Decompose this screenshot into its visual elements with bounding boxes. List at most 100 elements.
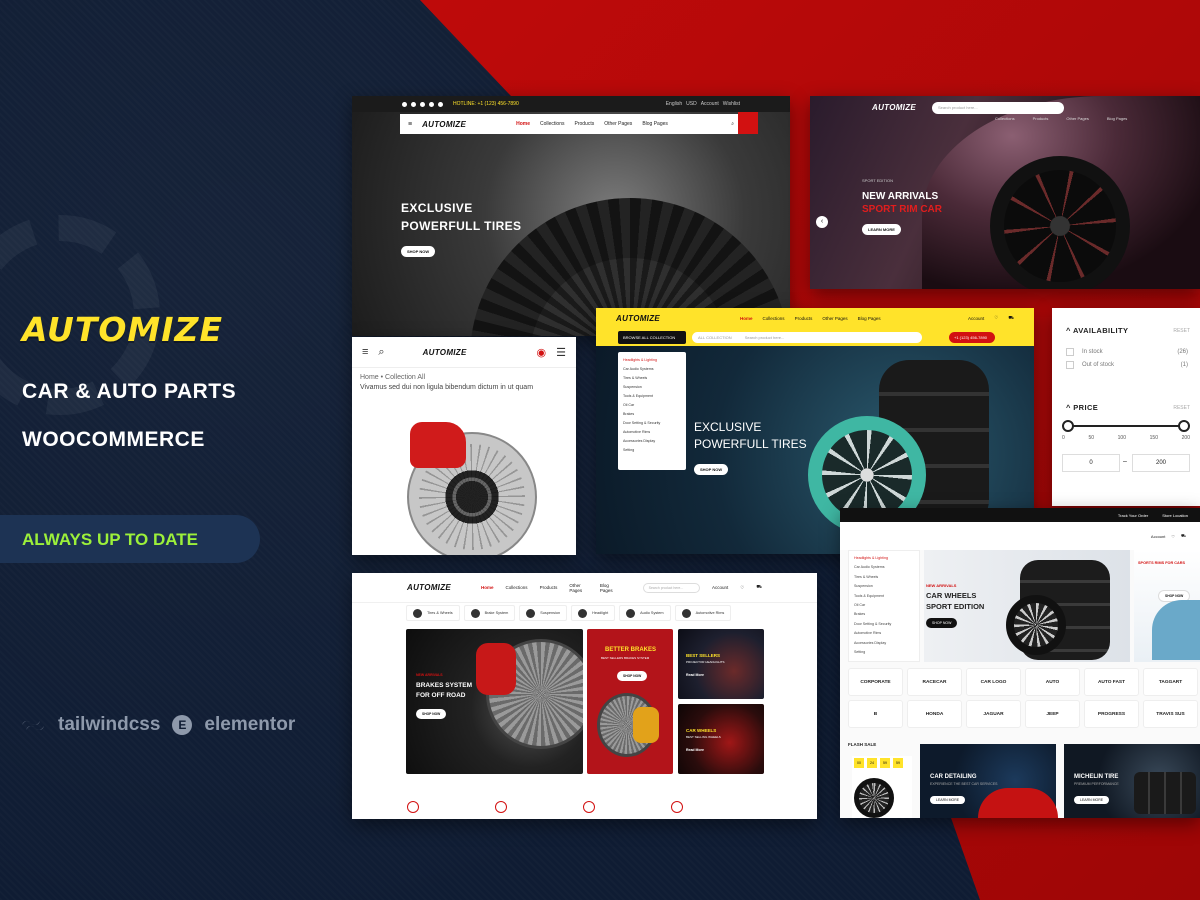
category-item[interactable]: Headlights & Lighting [623, 356, 681, 365]
checkbox[interactable] [1066, 348, 1074, 356]
arrow-left-icon[interactable]: ‹ [816, 216, 828, 228]
nav-collections[interactable]: Collections [763, 316, 785, 321]
cart-icon[interactable]: ⛟ [1008, 315, 1014, 322]
nav-blog-pages[interactable]: Blog Pages [858, 316, 881, 321]
category-audio[interactable]: Audio System [619, 605, 671, 621]
account-link[interactable]: Account [701, 101, 719, 107]
brand-logo-tile[interactable]: CORPORATE [848, 668, 903, 696]
nav-blog-pages[interactable]: Blog Pages [600, 583, 617, 593]
heart-icon[interactable]: ♡ [1171, 534, 1175, 539]
promo-card-brakes[interactable]: NEW ARRIVALS BRAKES SYSTEM FOR OFF ROAD … [406, 629, 583, 774]
brand-logo-tile[interactable]: CAR LOGO [966, 668, 1021, 696]
breadcrumb-home[interactable]: Home [360, 374, 379, 381]
category-suspension[interactable]: Suspension [519, 605, 568, 621]
category-item[interactable]: Headlights & Lighting [854, 554, 914, 563]
nav-other-pages[interactable]: Other Pages [569, 583, 587, 593]
promo-car-detailing[interactable]: CAR DETAILING EXPERIENCE THE BEST CAR SE… [920, 744, 1058, 818]
nav-other-pages[interactable]: Other Pages [1066, 116, 1088, 121]
cart-icon[interactable] [738, 112, 758, 134]
category-item[interactable]: Door Setting & Security [854, 620, 914, 629]
price-heading[interactable]: ^ PRICE [1066, 403, 1098, 412]
nav-home[interactable]: Home [481, 585, 494, 590]
menu-icon[interactable]: ≡ [362, 346, 368, 358]
list-icon[interactable]: ☰ [556, 346, 566, 359]
menu-icon[interactable]: ≡ [408, 121, 412, 128]
search-icon[interactable]: ⌕ [378, 346, 384, 359]
social-icon[interactable] [429, 101, 434, 107]
checkbox[interactable] [1066, 361, 1074, 369]
nav-other-pages[interactable]: Other Pages [604, 121, 632, 127]
learn-more-button[interactable]: LEARN MORE [1074, 796, 1110, 804]
category-item[interactable]: Suspension [854, 582, 914, 591]
price-min-handle[interactable] [1062, 420, 1074, 432]
browse-all-button[interactable]: BROWSE ALL COLLECTION [618, 331, 686, 344]
track-order-link[interactable]: Track Your Order [1118, 513, 1148, 518]
social-icon[interactable] [402, 101, 407, 107]
brand-logo-tile[interactable]: B [848, 700, 903, 728]
category-item[interactable]: Tires & Wheels [854, 573, 914, 582]
read-more-link[interactable]: Read More [686, 673, 704, 677]
brand-logo-tile[interactable]: AUTO FAST [1084, 668, 1139, 696]
price-min-input[interactable]: 0 [1062, 454, 1120, 472]
currency-select[interactable]: USD [686, 101, 697, 107]
collection-select[interactable]: ALL COLLECTION [698, 335, 732, 340]
category-rims[interactable]: Automotive Rims [674, 605, 732, 621]
category-headlight[interactable]: Headlight [571, 605, 616, 621]
search-input[interactable]: ALL COLLECTION Search product here... [692, 332, 922, 343]
cart-icon[interactable]: ◉ [537, 346, 547, 359]
category-item[interactable]: Accessories Display [623, 437, 681, 446]
social-icon[interactable] [438, 101, 443, 107]
account-link[interactable]: Account [968, 316, 984, 321]
preview-tires-hero[interactable]: HOTLINE: +1 (123) 456-7890 English USD A… [352, 96, 790, 336]
social-icon[interactable] [411, 101, 416, 107]
shop-now-button[interactable]: SHOP NOW [926, 618, 958, 628]
preview-sport-rim[interactable]: AUTOMIZE Search product here... Collecti… [810, 96, 1200, 289]
category-tires[interactable]: Tires & Wheels [406, 605, 460, 621]
logo[interactable]: AUTOMIZE [407, 583, 451, 592]
heart-icon[interactable]: ♡ [994, 315, 998, 321]
logo[interactable]: AUTOMIZE [616, 314, 660, 323]
out-of-stock-option[interactable]: Out of stock [1066, 361, 1114, 369]
brand-logo-tile[interactable]: RACECAR [907, 668, 962, 696]
learn-more-button[interactable]: LEARN MORE [862, 224, 901, 235]
hero-slide[interactable]: NEW ARRIVALS CAR WHEELS SPORT EDITION SH… [924, 550, 1130, 662]
category-item[interactable]: Automotive Rims [854, 629, 914, 638]
cart-icon[interactable]: ⛟ [1181, 533, 1186, 539]
search-input[interactable]: Search product here... [642, 582, 701, 593]
category-item[interactable]: Brakes [854, 610, 914, 619]
read-more-link[interactable]: Read More [686, 748, 704, 752]
nav-blog-pages[interactable]: Blog Pages [642, 121, 668, 127]
category-item[interactable]: Tires & Wheels [623, 374, 681, 383]
promo-card-headlights[interactable]: BEST SELLERS PROJECTOR HEADLIGHTS Read M… [678, 629, 764, 699]
reset-price[interactable]: RESET [1173, 405, 1190, 411]
brand-logo-tile[interactable]: JEEP [1025, 700, 1080, 728]
category-item[interactable]: Setting [623, 446, 681, 455]
logo[interactable]: AUTOMIZE [872, 103, 916, 112]
category-item[interactable]: Accessories Display [854, 639, 914, 648]
category-item[interactable]: Car Audio Systems [854, 563, 914, 572]
category-item[interactable]: Suspension [623, 383, 681, 392]
category-item[interactable]: Tools & Equipment [623, 392, 681, 401]
nav-other-pages[interactable]: Other Pages [822, 316, 847, 321]
social-icon[interactable] [420, 101, 425, 107]
category-item[interactable]: Setting [854, 648, 914, 657]
category-brakes[interactable]: Brake System [463, 605, 516, 621]
availability-heading[interactable]: ^ AVAILABILITY [1066, 326, 1128, 335]
brand-logo-tile[interactable]: TRAVIS SUS [1143, 700, 1198, 728]
category-item[interactable]: Oil Car [854, 601, 914, 610]
nav-products[interactable]: Products [575, 121, 595, 127]
learn-more-button[interactable]: LEARN MORE [930, 796, 966, 804]
category-item[interactable]: Door Setting & Security [623, 419, 681, 428]
preview-sidebar-store[interactable]: Track Your Order Store Location Account … [840, 508, 1200, 818]
nav-products[interactable]: Products [795, 316, 813, 321]
search-icon[interactable]: ⌕ [731, 121, 734, 127]
brand-logo-tile[interactable]: JAGUAR [966, 700, 1021, 728]
category-item[interactable]: Oil Car [623, 401, 681, 410]
category-item[interactable]: Brakes [623, 410, 681, 419]
breadcrumb-collection[interactable]: Collection All [385, 374, 425, 381]
logo[interactable]: AUTOMIZE [422, 120, 466, 129]
in-stock-option[interactable]: In stock [1066, 348, 1103, 356]
store-location-link[interactable]: Store Location [1162, 513, 1188, 518]
price-max-input[interactable]: 200 [1132, 454, 1190, 472]
price-max-handle[interactable] [1178, 420, 1190, 432]
